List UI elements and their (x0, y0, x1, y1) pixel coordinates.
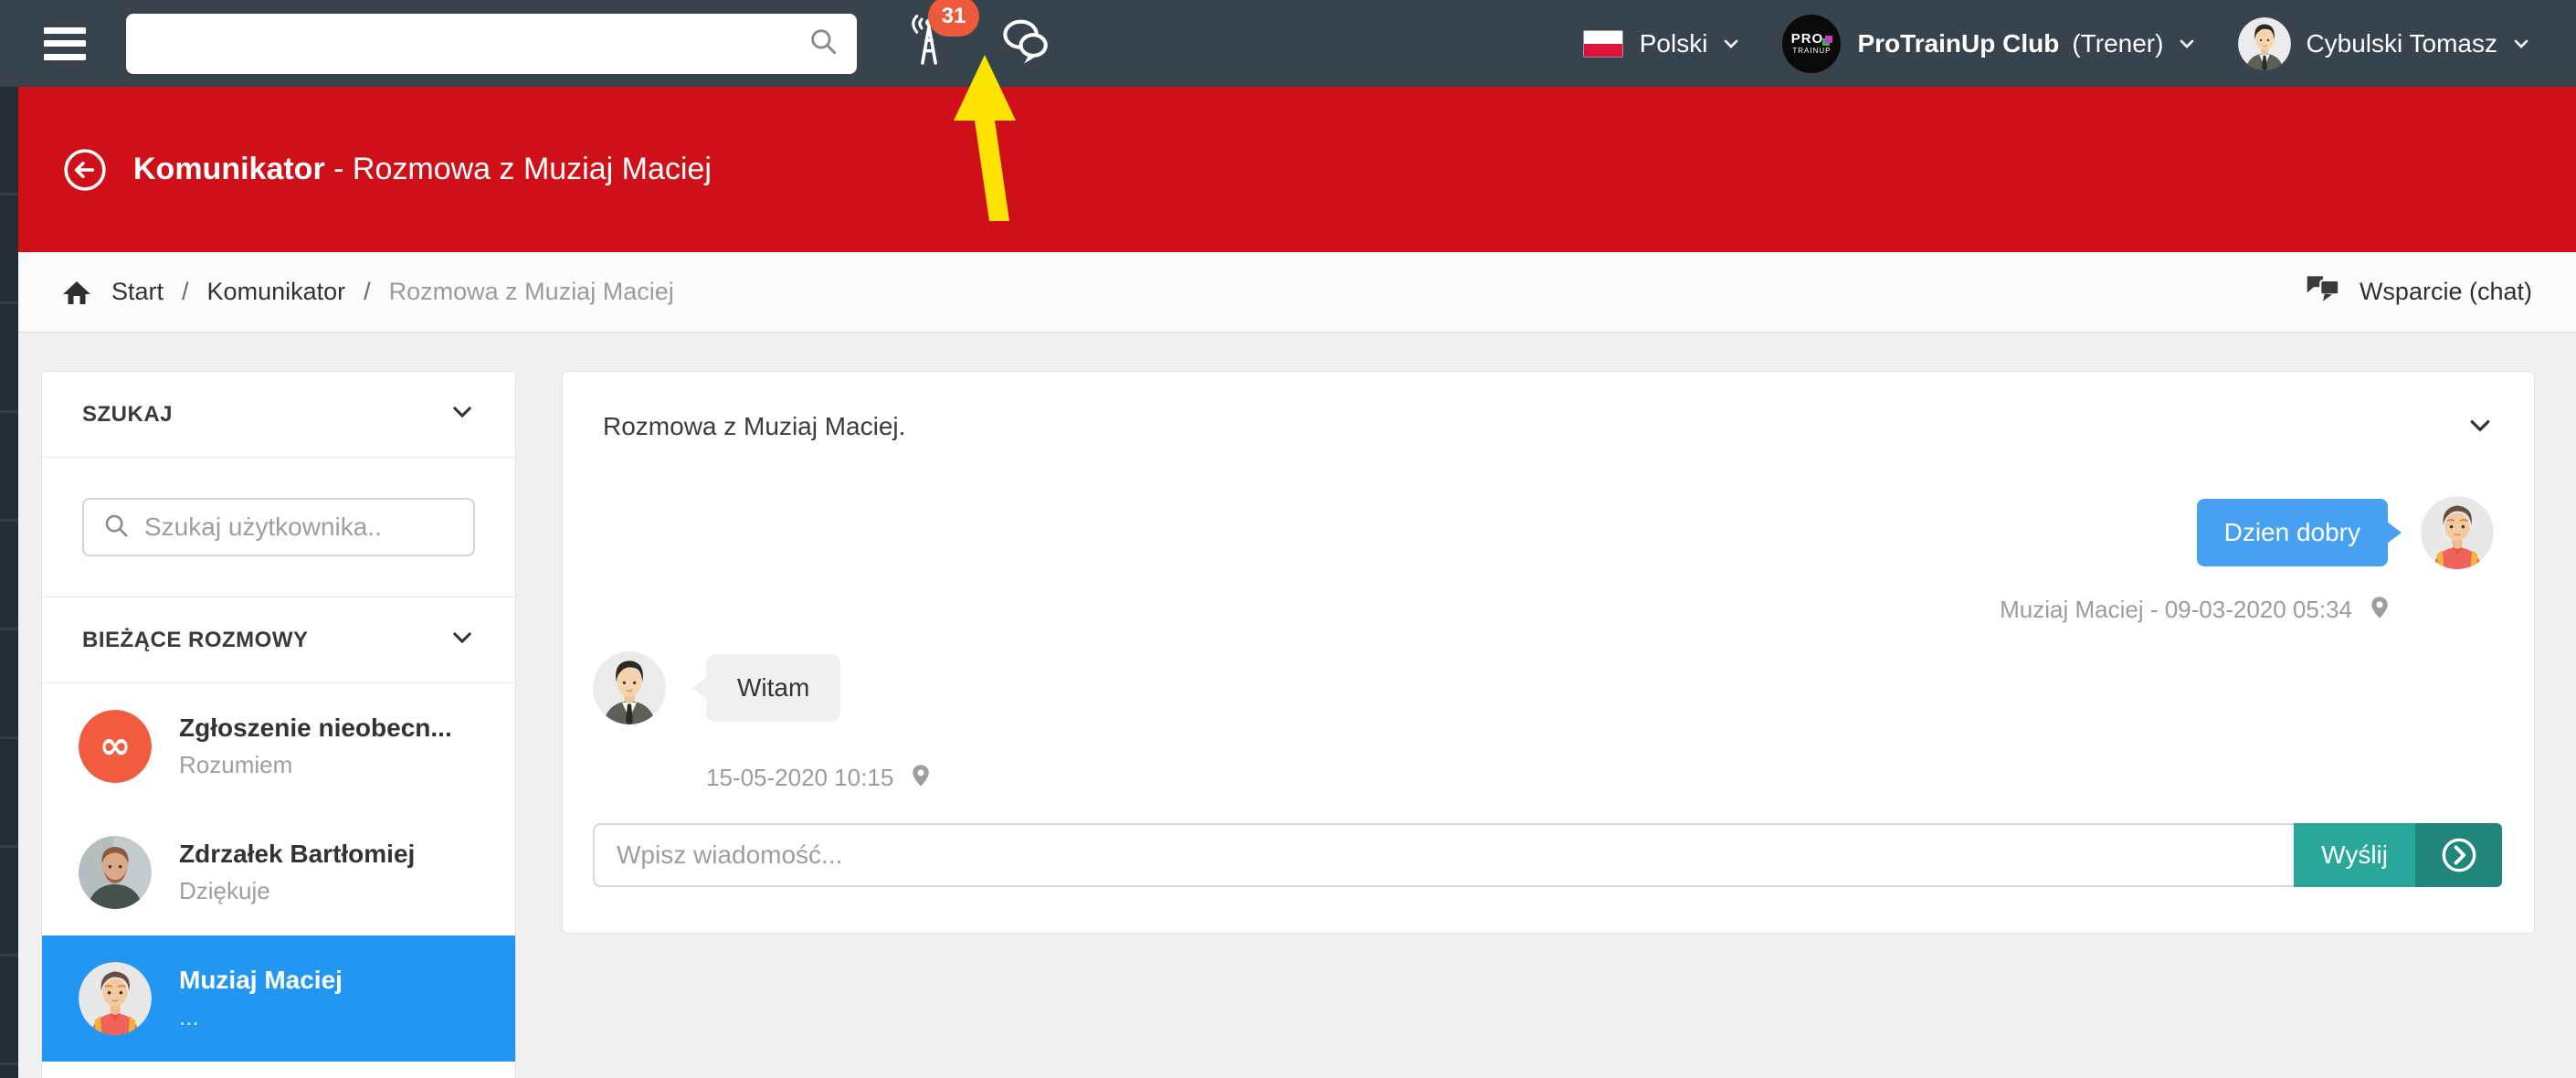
conversation-name: Zdrzałek Bartłomiej (179, 840, 415, 869)
notifications-button[interactable]: 31 (904, 13, 954, 74)
language-label: Polski (1640, 29, 1708, 58)
app-window: 31 Polski PRO TRAINUP Pr (0, 0, 2576, 1078)
messenger-button[interactable] (999, 16, 1052, 70)
chevron-down-icon (2176, 33, 2198, 55)
conversation-last-message: Rozumiem (179, 751, 452, 779)
conversations-section-header[interactable]: BIEŻĄCE ROZMOWY (42, 597, 515, 683)
page-header: Komunikator - Rozmowa z Muziaj Maciej (18, 87, 2576, 252)
svg-text:∞: ∞ (100, 723, 132, 767)
club-role: (Trener) (2072, 29, 2163, 58)
conversation-item-zgloszenie[interactable]: ∞ Zgłoszenie nieobecn... Rozumiem (42, 683, 515, 809)
back-button[interactable] (62, 147, 108, 193)
send-button-label: Wyślij (2294, 823, 2415, 887)
message-row-right: Dzien dobry (2197, 496, 2494, 569)
message-composer: Wyślij (593, 823, 2502, 887)
message-bubble: Witam (706, 654, 840, 722)
message-input[interactable] (617, 840, 2272, 870)
search-icon (808, 26, 839, 61)
boy-avatar (79, 962, 152, 1035)
conversation-last-message: ... (179, 1003, 343, 1031)
chevron-down-icon[interactable] (2466, 412, 2494, 444)
poland-flag-icon (1583, 30, 1623, 58)
boy-avatar (2421, 496, 2494, 569)
message-timestamp: Muziaj Maciej - 09-03-2020 05:34 (2000, 596, 2352, 624)
chat-bubbles-icon (999, 54, 1052, 69)
message-row-left: Witam (593, 651, 840, 724)
chevron-down-icon (449, 625, 475, 655)
hamburger-menu-icon[interactable] (44, 27, 86, 60)
page-title: Komunikator - Rozmowa z Muziaj Maciej (133, 152, 712, 187)
content-area: SZUKAJ BIEŻĄCE ROZMOWY (18, 333, 2576, 1078)
photo-avatar (79, 836, 152, 909)
conversation-item-zdrzalek[interactable]: Zdrzałek Bartłomiej Dziękuje (42, 809, 515, 935)
breadcrumb-item-start[interactable]: Start (111, 278, 164, 306)
breadcrumb-bar: Start / Komunikator / Rozmowa z Muziaj M… (18, 252, 2576, 333)
message-bubble: Dzien dobry (2197, 499, 2388, 566)
user-search-input[interactable] (144, 513, 474, 542)
club-selector[interactable]: PRO TRAINUP ProTrainUp Club (Trener) (1782, 15, 2198, 73)
breadcrumb-item-komunikator[interactable]: Komunikator (207, 278, 346, 306)
club-name: ProTrainUp Club (1857, 29, 2059, 58)
breadcrumb-separator: / (182, 278, 189, 306)
message-timestamp: 15-05-2020 10:15 (706, 764, 893, 792)
map-pin-icon[interactable] (2367, 595, 2392, 625)
conversation-last-message: Dziękuje (179, 877, 415, 905)
chevron-down-icon (2510, 33, 2532, 55)
support-chat-icon (2305, 273, 2341, 311)
chat-panel: Rozmowa z Muziaj Maciej. Dzien dobry (562, 371, 2535, 934)
user-menu[interactable]: Cybulski Tomasz (2238, 17, 2532, 70)
infinity-avatar: ∞ (79, 710, 152, 783)
user-avatar (2238, 17, 2291, 70)
global-search[interactable] (126, 14, 857, 74)
conversation-name: Muziaj Maciej (179, 966, 343, 995)
user-search-box[interactable] (82, 498, 475, 556)
conversation-name: Zgłoszenie nieobecn... (179, 713, 452, 743)
map-pin-icon[interactable] (908, 763, 934, 793)
notifications-badge: 31 (928, 0, 979, 37)
search-icon (102, 512, 130, 544)
protrainup-logo: PRO TRAINUP (1782, 15, 1841, 73)
chevron-down-icon (449, 399, 475, 429)
trainer-avatar (593, 651, 666, 724)
breadcrumb-item-current: Rozmowa z Muziaj Maciej (389, 278, 674, 306)
conversations-section-title: BIEŻĄCE ROZMOWY (82, 628, 309, 653)
support-chat-label: Wsparcie (chat) (2360, 278, 2532, 306)
broadcast-tower-icon (904, 58, 954, 73)
language-selector[interactable]: Polski (1583, 29, 1743, 58)
user-name: Cybulski Tomasz (2306, 29, 2497, 58)
top-bar: 31 Polski PRO TRAINUP Pr (0, 0, 2576, 87)
home-icon[interactable] (62, 278, 91, 307)
user-search-block (42, 458, 515, 597)
support-chat-link[interactable]: Wsparcie (chat) (2305, 273, 2532, 311)
message-meta: 15-05-2020 10:15 (706, 763, 934, 793)
chat-title: Rozmowa z Muziaj Maciej. (603, 412, 905, 441)
message-meta: Muziaj Maciej - 09-03-2020 05:34 (2000, 595, 2392, 625)
send-circle-arrow-icon (2415, 823, 2502, 887)
messenger-sidebar: SZUKAJ BIEŻĄCE ROZMOWY (41, 371, 516, 1078)
collapsed-nav-rail[interactable] (0, 87, 18, 1078)
search-section-title: SZUKAJ (82, 402, 173, 428)
global-search-input[interactable] (144, 29, 808, 58)
chevron-down-icon (1720, 33, 1742, 55)
send-button[interactable]: Wyślij (2294, 823, 2502, 887)
conversation-item-muziaj[interactable]: Muziaj Maciej ... (42, 935, 515, 1062)
message-input-box[interactable] (593, 823, 2294, 887)
search-section-header[interactable]: SZUKAJ (42, 372, 515, 458)
breadcrumb-separator: / (364, 278, 371, 306)
